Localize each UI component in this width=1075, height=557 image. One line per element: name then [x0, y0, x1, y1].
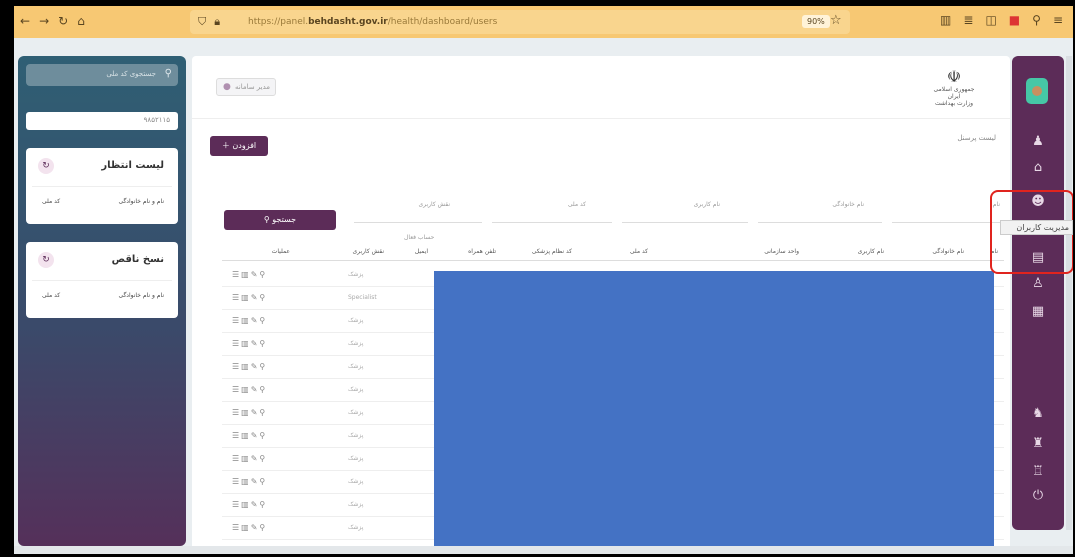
main-panel: ● مدیر سامانه ☫ جمهوری اسلامی ایران وزار…: [192, 56, 1010, 554]
row-actions[interactable]: ☰▥✎⚲: [232, 523, 267, 532]
avatar[interactable]: [1026, 78, 1048, 104]
th-mobile[interactable]: تلفن همراه: [468, 248, 496, 255]
extension-icon[interactable]: ■: [1009, 13, 1020, 27]
address-bar[interactable]: ⛉ 🔒︎ https://panel.behdasht.gov.ir/healt…: [190, 10, 850, 34]
incomplete-title: نسخ ناقص: [111, 254, 164, 265]
search-button[interactable]: ⚲ جستجو: [224, 210, 336, 230]
th-email[interactable]: ایمیل: [415, 248, 428, 255]
filter-username[interactable]: [622, 209, 748, 223]
table-header: نام نام خانوادگی نام کاربری واحد سازمانی…: [222, 245, 1004, 261]
filter-national-id[interactable]: [492, 209, 612, 223]
filter-label: نقش کاربری: [418, 201, 450, 208]
row-actions[interactable]: ☰▥✎⚲: [232, 339, 267, 348]
row-actions[interactable]: ☰▥✎⚲: [232, 270, 267, 279]
scrollbar[interactable]: [1066, 56, 1072, 530]
refresh-icon[interactable]: ↻: [38, 158, 54, 174]
row-actions[interactable]: ☰▥✎⚲: [232, 385, 267, 394]
filter-label: نام خانوادگی: [832, 201, 864, 208]
ministry-logo: ☫ جمهوری اسلامی ایران وزارت بهداشت: [929, 67, 979, 108]
shield-icon[interactable]: ⛉: [198, 15, 206, 29]
filter-first-name[interactable]: [892, 209, 1000, 223]
power-icon[interactable]: ⏻: [1029, 488, 1047, 503]
bookmarks-icon[interactable]: ▥: [940, 13, 951, 27]
row-actions[interactable]: ☰▥✎⚲: [232, 431, 267, 440]
row-actions[interactable]: ☰▥✎⚲: [232, 408, 267, 417]
right-sidebar: ♟ ⌂ ☻ ▤ ♙ ▦ ♞ ♜ ♖ ⏻: [1012, 56, 1064, 530]
tooltip-user-management: مدیریت کاربران: [1000, 220, 1073, 235]
filter-label: کد ملی: [567, 201, 586, 208]
library-icon[interactable]: ≣: [963, 13, 973, 27]
add-button[interactable]: ＋ افزودن: [210, 136, 268, 156]
active-account-toggle[interactable]: حساب فعال: [404, 234, 434, 241]
home-icon[interactable]: ⌂: [77, 14, 85, 28]
back-icon[interactable]: ←: [20, 14, 30, 28]
col-national-id: کد ملی: [42, 198, 61, 205]
th-org-unit[interactable]: واحد سازمانی: [764, 248, 799, 255]
reload-icon[interactable]: ↻: [58, 14, 68, 28]
filter-last-name[interactable]: [758, 209, 882, 223]
th-last-name[interactable]: نام خانوادگی: [932, 248, 964, 255]
menu-icon[interactable]: ≡: [1053, 13, 1063, 27]
filter-label: نام کاربری: [693, 201, 720, 208]
th-actions: عملیات: [271, 248, 290, 255]
bookmark-star-icon[interactable]: ☆: [830, 13, 842, 28]
user-icon: ●: [223, 82, 231, 92]
national-id-search[interactable]: جستجوی کد ملی ⚲: [26, 64, 178, 86]
url-text[interactable]: https://panel.behdasht.gov.ir/health/das…: [248, 17, 698, 27]
row-actions[interactable]: ☰▥✎⚲: [232, 316, 267, 325]
row-actions[interactable]: ☰▥✎⚲: [232, 500, 267, 509]
screen: ← → ↻ ⌂ ⛉ 🔒︎ https://panel.behdasht.gov.…: [14, 6, 1073, 554]
browser-toolbar: ← → ↻ ⌂ ⛉ 🔒︎ https://panel.behdasht.gov.…: [14, 6, 1073, 38]
row-actions[interactable]: ☰▥✎⚲: [232, 477, 267, 486]
row-actions[interactable]: ☰▥✎⚲: [232, 454, 267, 463]
group-icon[interactable]: ♜: [1029, 436, 1047, 451]
home-icon[interactable]: ⌂: [1029, 160, 1047, 175]
code-field[interactable]: ۹۸۵۲۱۱۵: [26, 112, 178, 130]
row-actions[interactable]: ☰▥✎⚲: [232, 293, 267, 302]
page-title: لیست پرسنل: [957, 134, 996, 142]
sidebar-icon[interactable]: ◫: [985, 13, 996, 27]
doctor-icon[interactable]: ♙: [1029, 276, 1047, 291]
zoom-badge[interactable]: 90%: [802, 15, 830, 28]
user-button[interactable]: ● مدیر سامانه: [216, 78, 276, 96]
filter-role-select[interactable]: [354, 209, 482, 223]
col-fullname: نام و نام خانوادگی: [118, 198, 164, 205]
emblem-icon: ☫: [946, 67, 962, 86]
col-fullname: نام و نام خانوادگی: [118, 292, 164, 299]
th-national-id[interactable]: کد ملی: [630, 248, 648, 255]
waiting-list-card: ↻ لیست انتظار نام و نام خانوادگی کد ملی: [26, 148, 178, 224]
th-role[interactable]: نقش کاربری: [352, 248, 384, 255]
account-icon[interactable]: ⚲: [1032, 13, 1041, 27]
left-panel: جستجوی کد ملی ⚲ ۹۸۵۲۱۱۵ ↻ لیست انتظار نا…: [18, 56, 186, 546]
th-username[interactable]: نام کاربری: [858, 248, 884, 255]
col-national-id: کد ملی: [42, 292, 61, 299]
forward-icon[interactable]: →: [39, 14, 49, 28]
team-icon[interactable]: ♖: [1029, 464, 1047, 479]
refresh-icon[interactable]: ↻: [38, 252, 54, 268]
document-icon[interactable]: ▦: [1029, 304, 1047, 319]
user-icon[interactable]: ♟: [1029, 134, 1047, 149]
add-user-icon[interactable]: ♞: [1029, 406, 1047, 421]
th-medical-code[interactable]: کد نظام پزشکی: [532, 248, 572, 255]
incomplete-card: ↻ نسخ ناقص نام و نام خانوادگی کد ملی: [26, 242, 178, 318]
search-icon[interactable]: ⚲: [165, 68, 172, 79]
status-bar: [14, 546, 1073, 554]
lock-icon[interactable]: 🔒︎: [214, 15, 220, 29]
row-actions[interactable]: ☰▥✎⚲: [232, 362, 267, 371]
redaction-block: [434, 271, 994, 551]
waiting-list-title: لیست انتظار: [101, 160, 164, 171]
